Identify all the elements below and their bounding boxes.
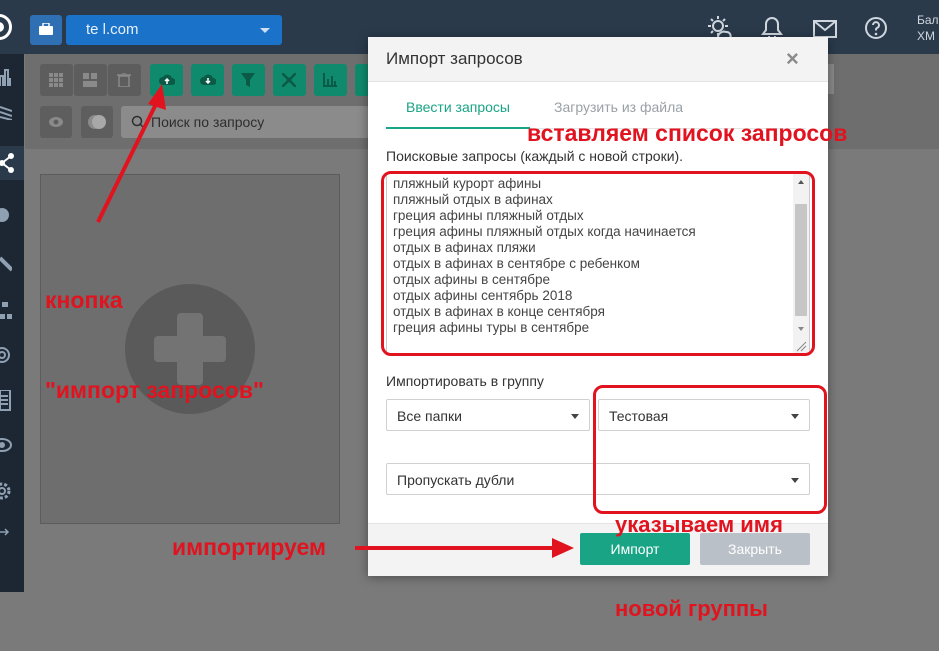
annotation-group-line2: новой группы: [615, 596, 768, 621]
annotation-arrows: [96, 84, 574, 558]
arrowhead-import-submit: [552, 538, 574, 558]
arrow-to-import-button: [96, 101, 159, 223]
arrowhead-import-button: [148, 84, 166, 110]
